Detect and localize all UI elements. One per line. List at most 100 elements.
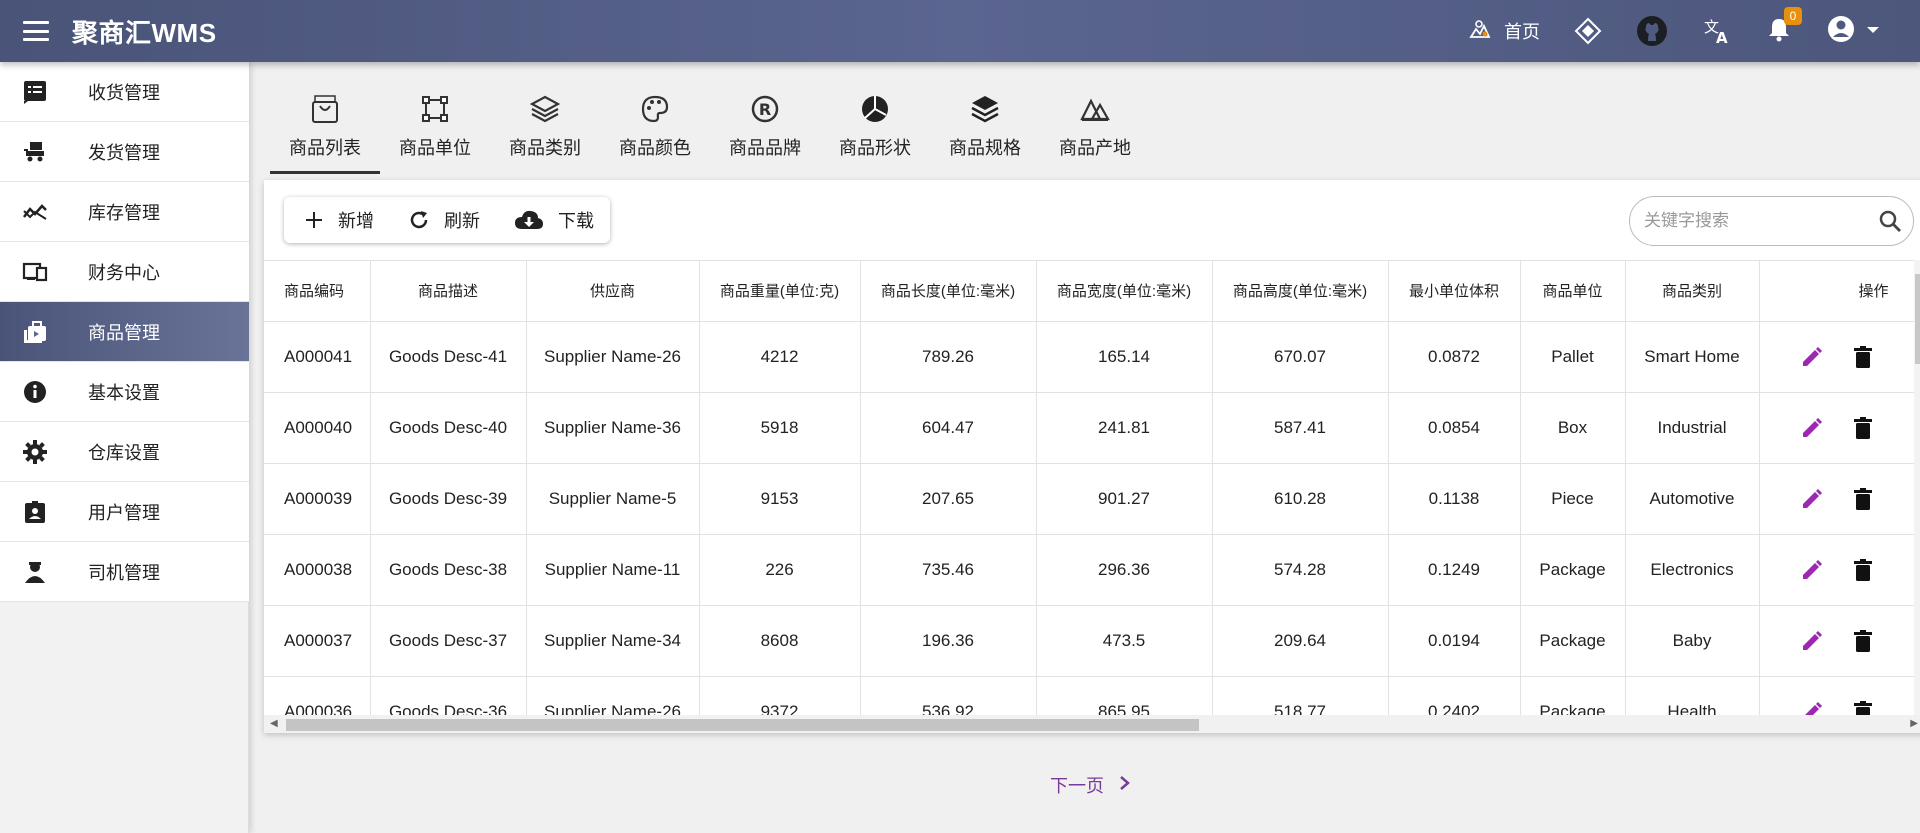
cell-goods-desc: Goods Desc-39 — [370, 463, 527, 535]
column-header[interactable]: 商品类别 — [1625, 261, 1760, 322]
cell-goods-unit: Package — [1520, 534, 1626, 606]
cell-goods-length: 196.36 — [860, 605, 1037, 677]
column-header[interactable]: 商品高度(单位:毫米) — [1212, 261, 1389, 322]
cell-supplier: Supplier Name-5 — [526, 463, 700, 535]
horizontal-scrollbar-thumb[interactable] — [286, 719, 1199, 731]
account-menu[interactable] — [1826, 14, 1880, 49]
cell-goods-code: A000039 — [264, 463, 371, 535]
refresh-label: 刷新 — [444, 211, 480, 231]
menu-icon[interactable] — [23, 21, 49, 41]
add-button[interactable]: 新增 — [304, 207, 374, 233]
column-header[interactable]: 商品宽度(单位:毫米) — [1036, 261, 1213, 322]
sidebar-item-goods[interactable]: 商品管理 — [0, 302, 249, 362]
column-header[interactable]: 商品长度(单位:毫米) — [860, 261, 1037, 322]
horizontal-scrollbar[interactable]: ◀ ▶ — [264, 715, 1920, 733]
translate-icon[interactable]: 文A — [1702, 16, 1732, 46]
tab-goods-color[interactable]: 商品颜色 — [600, 92, 710, 172]
tab-goods-shape[interactable]: 商品形状 — [820, 92, 930, 172]
download-button[interactable]: 下载 — [514, 207, 594, 233]
goods-table-container: 商品编码 商品描述 供应商 商品重量(单位:克) 商品长度(单位:毫米) 商品宽… — [264, 260, 1920, 715]
edit-icon[interactable] — [1800, 487, 1824, 511]
github-icon[interactable] — [1636, 15, 1668, 47]
sidebar-item-inventory[interactable]: 库存管理 — [0, 182, 249, 242]
stack-icon — [970, 92, 1000, 126]
scroll-left-icon[interactable]: ◀ — [270, 718, 278, 729]
sidebar-item-basic-settings[interactable]: 基本设置 — [0, 362, 249, 422]
table-row[interactable]: A000040 Goods Desc-40 Supplier Name-36 5918… — [264, 392, 1915, 464]
cell-goods-height: 518.77 — [1212, 676, 1389, 715]
delete-icon[interactable] — [1852, 345, 1874, 369]
cell-goods-height: 574.28 — [1212, 534, 1389, 606]
cell-goods-length: 735.46 — [860, 534, 1037, 606]
home-link[interactable]: 首页 — [1468, 17, 1540, 46]
row-actions — [1760, 464, 1914, 534]
notification-bell[interactable]: 0 — [1766, 6, 1802, 47]
column-header[interactable]: 最小单位体积 — [1388, 261, 1521, 322]
scroll-right-icon[interactable]: ▶ — [1910, 718, 1918, 729]
plus-icon — [304, 210, 324, 230]
cloud-download-icon — [514, 209, 544, 231]
refresh-button[interactable]: 刷新 — [408, 207, 480, 233]
search-input[interactable] — [1644, 211, 1864, 231]
edit-icon[interactable] — [1800, 700, 1824, 715]
trend-icon — [22, 199, 48, 225]
sidebar-item-drivers[interactable]: 司机管理 — [0, 542, 249, 602]
tab-label: 商品产地 — [1059, 138, 1131, 158]
account-icon — [1826, 14, 1856, 49]
cell-goods-code: A000038 — [264, 534, 371, 606]
edit-icon[interactable] — [1800, 416, 1824, 440]
tab-goods-brand[interactable]: R 商品品牌 — [710, 92, 820, 172]
edit-icon[interactable] — [1800, 558, 1824, 582]
column-header[interactable]: 商品单位 — [1520, 261, 1626, 322]
table-row[interactable]: A000039 Goods Desc-39 Supplier Name-5 9153 2… — [264, 463, 1915, 535]
edit-icon[interactable] — [1800, 629, 1824, 653]
vertical-scrollbar[interactable] — [1914, 260, 1920, 715]
sidebar-item-label: 库存管理 — [88, 202, 160, 223]
tab-goods-origin[interactable]: 商品产地 — [1040, 92, 1150, 172]
delete-icon[interactable] — [1852, 629, 1874, 653]
diamond-icon[interactable] — [1574, 17, 1602, 45]
tab-goods-unit[interactable]: 商品单位 — [380, 92, 490, 172]
sidebar-item-shipping[interactable]: 发货管理 — [0, 122, 249, 182]
cell-goods-width: 296.36 — [1036, 534, 1213, 606]
tab-goods-spec[interactable]: 商品规格 — [930, 92, 1040, 172]
sidebar-item-warehouse-settings[interactable]: 仓库设置 — [0, 422, 249, 482]
table-row[interactable]: A000036 Goods Desc-36 Supplier Name-26 9372… — [264, 676, 1915, 715]
tab-goods-category[interactable]: 商品类别 — [490, 92, 600, 172]
table-row[interactable]: A000037 Goods Desc-37 Supplier Name-34 8608… — [264, 605, 1915, 677]
column-header[interactable]: 商品编码 — [264, 261, 371, 322]
delete-icon[interactable] — [1852, 558, 1874, 582]
briefcase-icon — [22, 319, 48, 345]
search-icon[interactable] — [1878, 209, 1902, 233]
edit-icon[interactable] — [1800, 345, 1824, 369]
sidebar-item-users[interactable]: 用户管理 — [0, 482, 249, 542]
column-header[interactable]: 商品描述 — [370, 261, 527, 322]
delete-icon[interactable] — [1852, 416, 1874, 440]
table-row[interactable]: A000041 Goods Desc-41 Supplier Name-26 4212… — [264, 321, 1915, 393]
cell-goods-category: Health — [1625, 676, 1760, 715]
cell-goods-code: A000036 — [264, 676, 371, 715]
column-header[interactable]: 供应商 — [526, 261, 700, 322]
cell-supplier: Supplier Name-34 — [526, 605, 700, 677]
sidebar-item-receiving[interactable]: 收货管理 — [0, 62, 249, 122]
sidebar-item-finance[interactable]: 财务中心 — [0, 242, 249, 302]
cell-goods-weight: 5918 — [699, 392, 861, 464]
delete-icon[interactable] — [1852, 487, 1874, 511]
vertical-scrollbar-thumb[interactable] — [1915, 274, 1920, 364]
delete-icon[interactable] — [1852, 700, 1874, 715]
next-page-button[interactable]: 下一页 — [1050, 772, 1132, 798]
cell-supplier: Supplier Name-26 — [526, 321, 700, 393]
tab-goods-list[interactable]: 商品列表 — [270, 92, 380, 174]
next-page-label: 下一页 — [1050, 776, 1104, 796]
cell-goods-category: Automotive — [1625, 463, 1760, 535]
cell-goods-category: Baby — [1625, 605, 1760, 677]
cell-goods-height: 670.07 — [1212, 321, 1389, 393]
cell-actions — [1759, 605, 1915, 677]
cell-goods-code: A000037 — [264, 605, 371, 677]
row-actions — [1760, 322, 1914, 392]
table-row[interactable]: A000038 Goods Desc-38 Supplier Name-11 226 7… — [264, 534, 1915, 606]
layers-icon — [530, 92, 560, 126]
tab-label: 商品列表 — [289, 138, 361, 158]
row-actions — [1760, 535, 1914, 605]
column-header[interactable]: 商品重量(单位:克) — [699, 261, 861, 322]
